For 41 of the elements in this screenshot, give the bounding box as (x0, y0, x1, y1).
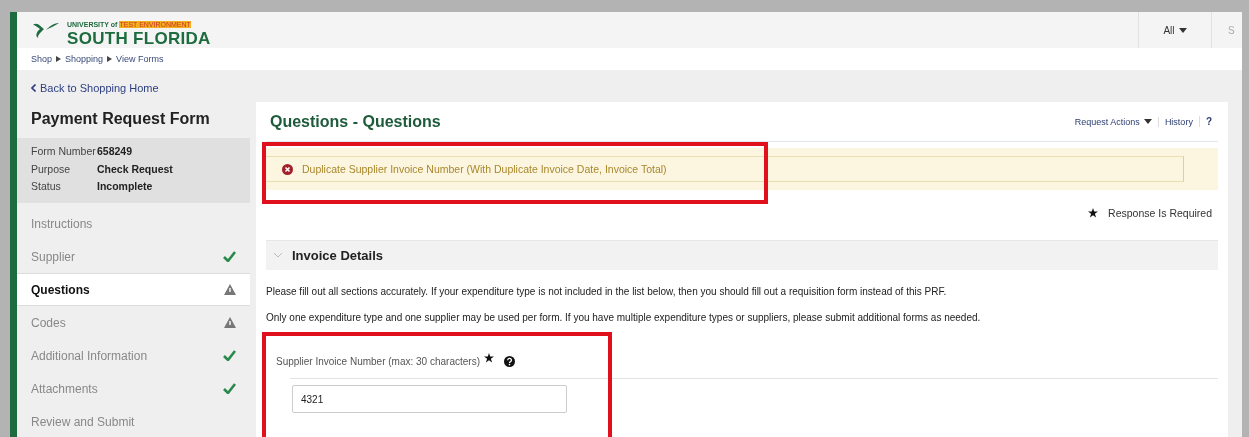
checkmark-icon (223, 350, 236, 361)
breadcrumb-link[interactable]: View Forms (116, 54, 164, 64)
info-label: Purpose (31, 161, 72, 177)
truncated-text: S (1227, 24, 1236, 36)
info-value: Check Request (97, 161, 174, 177)
section-title: Invoice Details (292, 248, 384, 263)
caret-icon (56, 56, 62, 62)
history-link[interactable]: History (1157, 116, 1199, 127)
error-message: Duplicate Supplier Invoice Number (With Duplicate Invoice Date, Invoice Total) (302, 163, 667, 175)
info-label: Status (31, 179, 62, 195)
checkmark-icon (223, 251, 236, 262)
nav-item[interactable]: Questions (17, 273, 250, 306)
warning-icon (224, 284, 236, 295)
required-star-icon (1088, 208, 1099, 218)
info-value: 658249 (97, 144, 134, 159)
page-title: Questions - Questions (269, 112, 441, 131)
chevron-icon (274, 253, 282, 258)
logo-wordmark: SOUTH FLORIDA (67, 29, 211, 47)
help-link[interactable]: ? (1198, 116, 1218, 127)
breadcrumb-link[interactable]: Shopping (65, 54, 104, 64)
instruction-text: Only one expenditure type and one supplier may be used per form. If you have multiple expenditure types or suppliers, please submit additional forms as needed. (266, 310, 982, 325)
info-label: Form Number (31, 144, 97, 159)
actions-menu[interactable]: Request Actions (1068, 116, 1158, 127)
back-link[interactable]: Back to Shopping Home (17, 70, 250, 102)
section-header[interactable]: Invoice Details (266, 240, 1218, 270)
help-icon (504, 355, 515, 367)
info-value: Incomplete (97, 179, 154, 195)
breadcrumb-link[interactable]: Shop (31, 54, 53, 64)
chevron-icon (31, 84, 36, 92)
field-label: Supplier Invoice Number (max: 30 characters) (276, 355, 480, 367)
required-note: Response Is Required (1108, 207, 1212, 219)
checkmark-icon (223, 383, 236, 394)
warning-icon (224, 317, 236, 328)
caret-icon (1143, 119, 1152, 124)
form-title: Payment Request Form (30, 109, 211, 129)
caret-icon (1178, 27, 1187, 33)
caret-icon (107, 56, 113, 62)
invoice-number-field[interactable]: 4321 (292, 385, 567, 413)
instruction-text: Please fill out all sections accurately. If your expenditure type is not included in the list below, then you should fill out a requisition form instead of this PRF. (266, 284, 948, 299)
bull-horns-logo-icon (31, 21, 61, 39)
error-icon (282, 163, 293, 175)
